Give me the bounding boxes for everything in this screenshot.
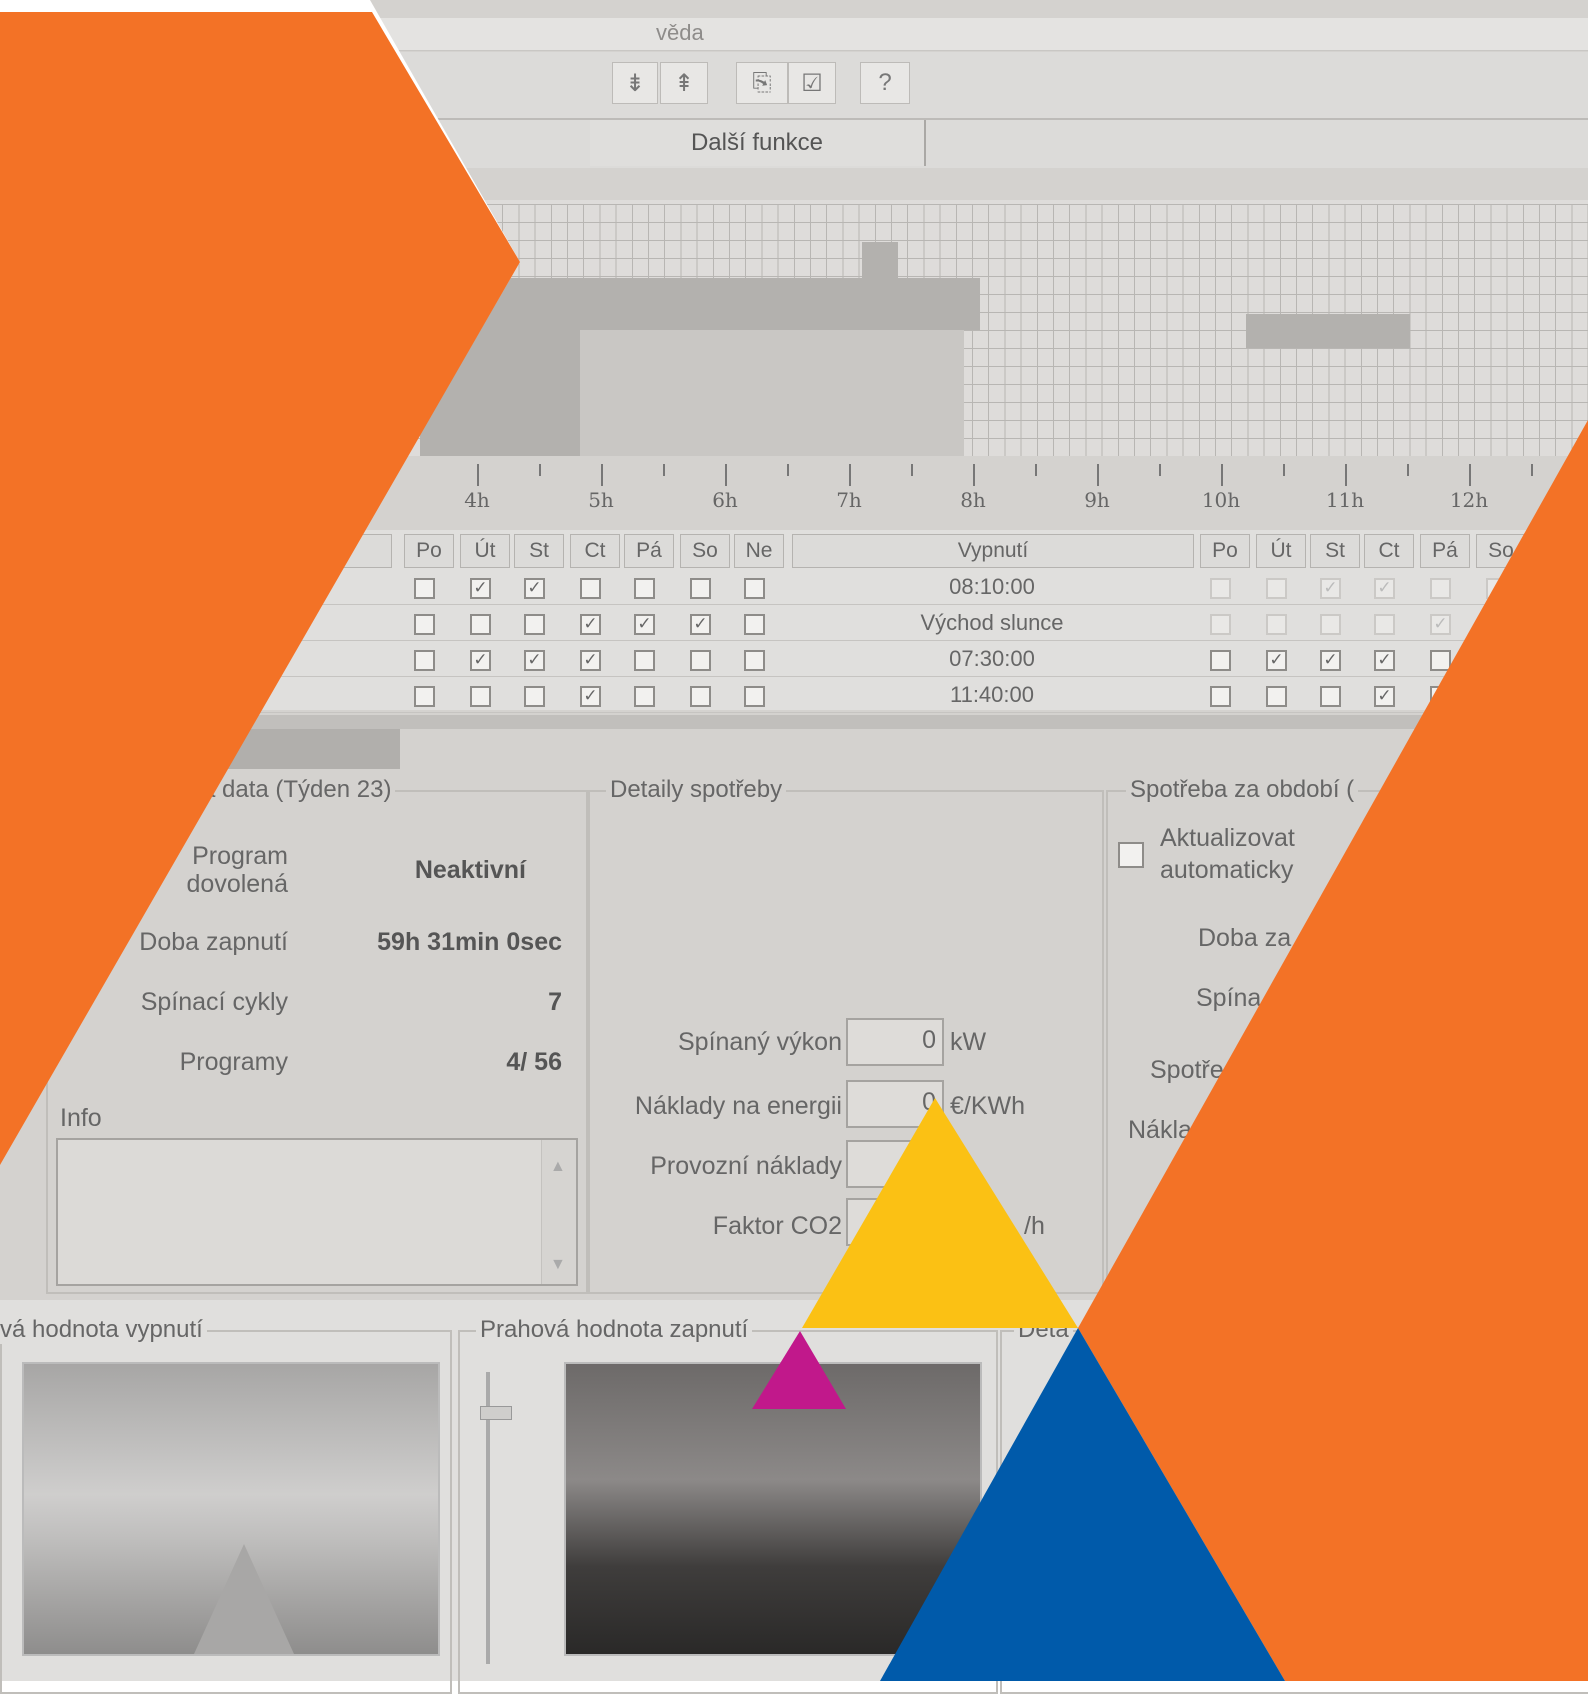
yellow-triangle-shape bbox=[802, 1098, 1078, 1328]
magenta-triangle-shape bbox=[752, 1331, 846, 1409]
orange-band-left-shape bbox=[0, 12, 520, 1165]
decorative-overlay bbox=[0, 0, 1588, 1681]
